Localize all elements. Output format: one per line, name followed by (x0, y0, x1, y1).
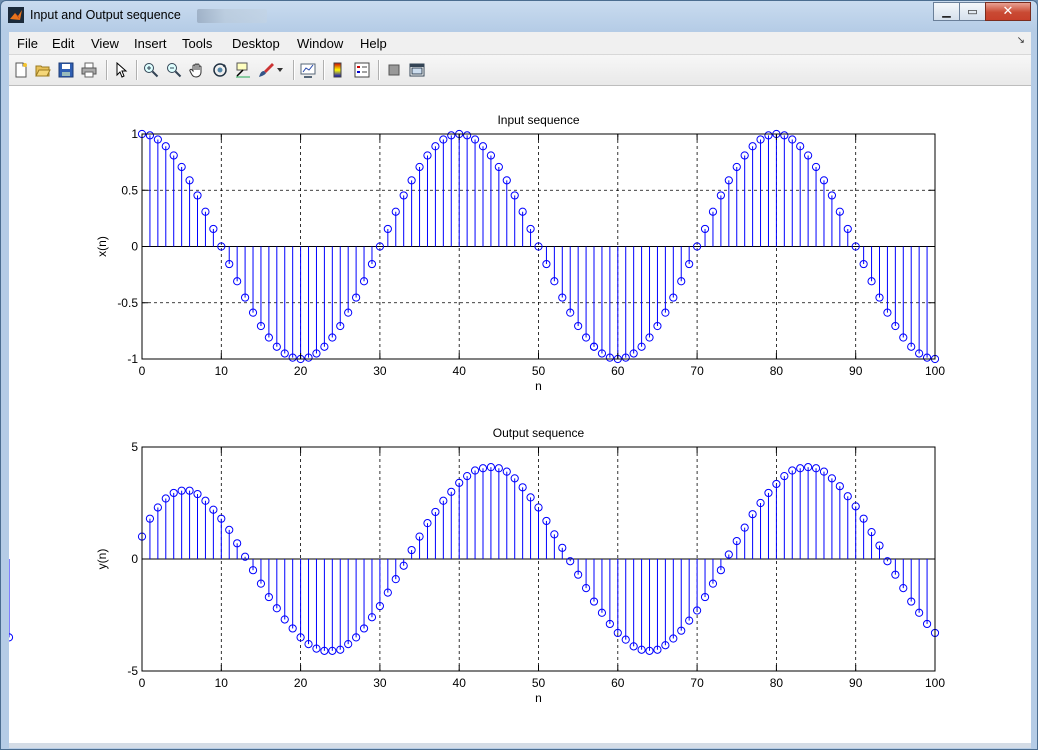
x-tick-label: 10 (215, 364, 229, 378)
new-figure-icon[interactable] (12, 61, 30, 79)
x-tick-label: 30 (373, 364, 387, 378)
x-tick-label: 90 (849, 364, 863, 378)
y-tick-label: 1 (131, 127, 138, 141)
x-axis-label: n (535, 691, 542, 705)
toolbar-separator (136, 60, 138, 80)
plot-area[interactable]: 0 10 20 30 40 50 60 70 80 90 100-1-0.500.51Input s… (4, 86, 1031, 743)
window-bottom-border (9, 743, 1031, 748)
toolbar-separator (106, 60, 108, 80)
x-tick-label: 90 (849, 676, 863, 690)
axes-1: 0 10 20 30 40 50 60 70 80 90 100 -1 -0.5 0 0.5 1 Input s… (95, 113, 945, 393)
rotate-3d-icon[interactable] (211, 61, 229, 79)
minimize-icon: ▁ (942, 5, 951, 18)
zoom-out-icon[interactable] (165, 61, 183, 79)
figure-canvas: 0 10 20 30 40 50 60 70 80 90 100 -1 -0.5 0 0.5 1 Input s… (4, 86, 1031, 743)
show-plot-tools-icon[interactable] (408, 61, 426, 79)
link-plot-icon[interactable] (299, 61, 317, 79)
stem-marker (4, 633, 14, 642)
pointer-icon[interactable] (112, 61, 130, 79)
x-tick-label: 60 (611, 676, 625, 690)
data-cursor-icon[interactable] (234, 61, 252, 79)
axes-2: 0 10 20 30 40 50 60 70 80 90 100-505Output sequenc… (4, 426, 945, 705)
save-icon[interactable] (57, 61, 75, 79)
title-bar[interactable]: Input and Output sequence ▁ ▭ ✕ (1, 1, 1037, 31)
close-icon: ✕ (1002, 4, 1014, 19)
toolbar-separator (293, 60, 295, 80)
axes-title: Output sequence (493, 426, 585, 440)
matlab-logo-icon (8, 7, 24, 23)
x-tick-label: 10 (215, 676, 229, 690)
menu-file[interactable]: File (17, 36, 38, 51)
maximize-button[interactable]: ▭ (959, 2, 986, 21)
x-tick-label: 100 (925, 676, 945, 690)
brush-icon[interactable] (257, 61, 275, 79)
x-tick-label: 50 (532, 364, 546, 378)
brush-dropdown-icon[interactable] (275, 61, 285, 79)
x-tick-label: 20 (294, 676, 308, 690)
y-tick-label: -5 (127, 664, 138, 678)
pan-hand-icon[interactable] (188, 61, 206, 79)
y-tick-label: 5 (131, 440, 138, 454)
y-tick-label: -0.5 (117, 296, 138, 310)
menu-window[interactable]: Window (297, 36, 343, 51)
colorbar-icon[interactable] (329, 61, 347, 79)
menu-help[interactable]: Help (360, 36, 387, 51)
x-tick-label: 30 (373, 676, 387, 690)
x-tick-label: 80 (770, 364, 784, 378)
x-tick-label: 20 (294, 364, 308, 378)
open-file-icon[interactable] (34, 61, 52, 79)
toolbar-separator (378, 60, 380, 80)
figure-window: Input and Output sequence ▁ ▭ ✕ File Edi… (0, 0, 1038, 750)
axes-title: Input sequence (497, 113, 579, 127)
menu-edit[interactable]: Edit (52, 36, 74, 51)
x-tick-label: 100 (925, 364, 945, 378)
toolbar-separator (323, 60, 325, 80)
x-tick-label: 0 (139, 364, 146, 378)
maximize-icon: ▭ (967, 5, 978, 18)
y-tick-label: 0 (131, 240, 138, 254)
menu-desktop[interactable]: Desktop (232, 36, 280, 51)
x-tick-label: 40 (453, 676, 467, 690)
dock-arrow-icon[interactable]: ↘ (1017, 35, 1025, 46)
close-button[interactable]: ✕ (985, 2, 1031, 21)
y-tick-label: 0.5 (121, 183, 138, 197)
y-tick-label: 0 (131, 552, 138, 566)
y-axis-label: y(n) (95, 549, 109, 570)
window-controls: ▁ ▭ ✕ (933, 2, 1031, 21)
menu-bar: File Edit View Insert Tools Desktop Wind… (9, 32, 1031, 55)
blurred-background-text (197, 9, 267, 23)
menu-insert[interactable]: Insert (134, 36, 167, 51)
y-tick-label: -1 (127, 352, 138, 366)
x-tick-label: 60 (611, 364, 625, 378)
x-tick-label: 0 (139, 676, 146, 690)
x-tick-label: 70 (690, 676, 704, 690)
print-icon[interactable] (80, 61, 98, 79)
zoom-in-icon[interactable] (142, 61, 160, 79)
menu-tools[interactable]: Tools (182, 36, 212, 51)
figure-toolbar (9, 55, 1031, 86)
menu-view[interactable]: View (91, 36, 119, 51)
x-tick-label: 40 (453, 364, 467, 378)
hide-plot-tools-icon[interactable] (385, 61, 403, 79)
x-tick-label: 70 (690, 364, 704, 378)
y-axis-label: x(n) (95, 236, 109, 257)
x-tick-label: 80 (770, 676, 784, 690)
x-axis-label: n (535, 379, 542, 393)
minimize-button[interactable]: ▁ (933, 2, 960, 21)
window-title: Input and Output sequence (30, 8, 181, 22)
x-tick-label: 50 (532, 676, 546, 690)
legend-icon[interactable] (353, 61, 371, 79)
